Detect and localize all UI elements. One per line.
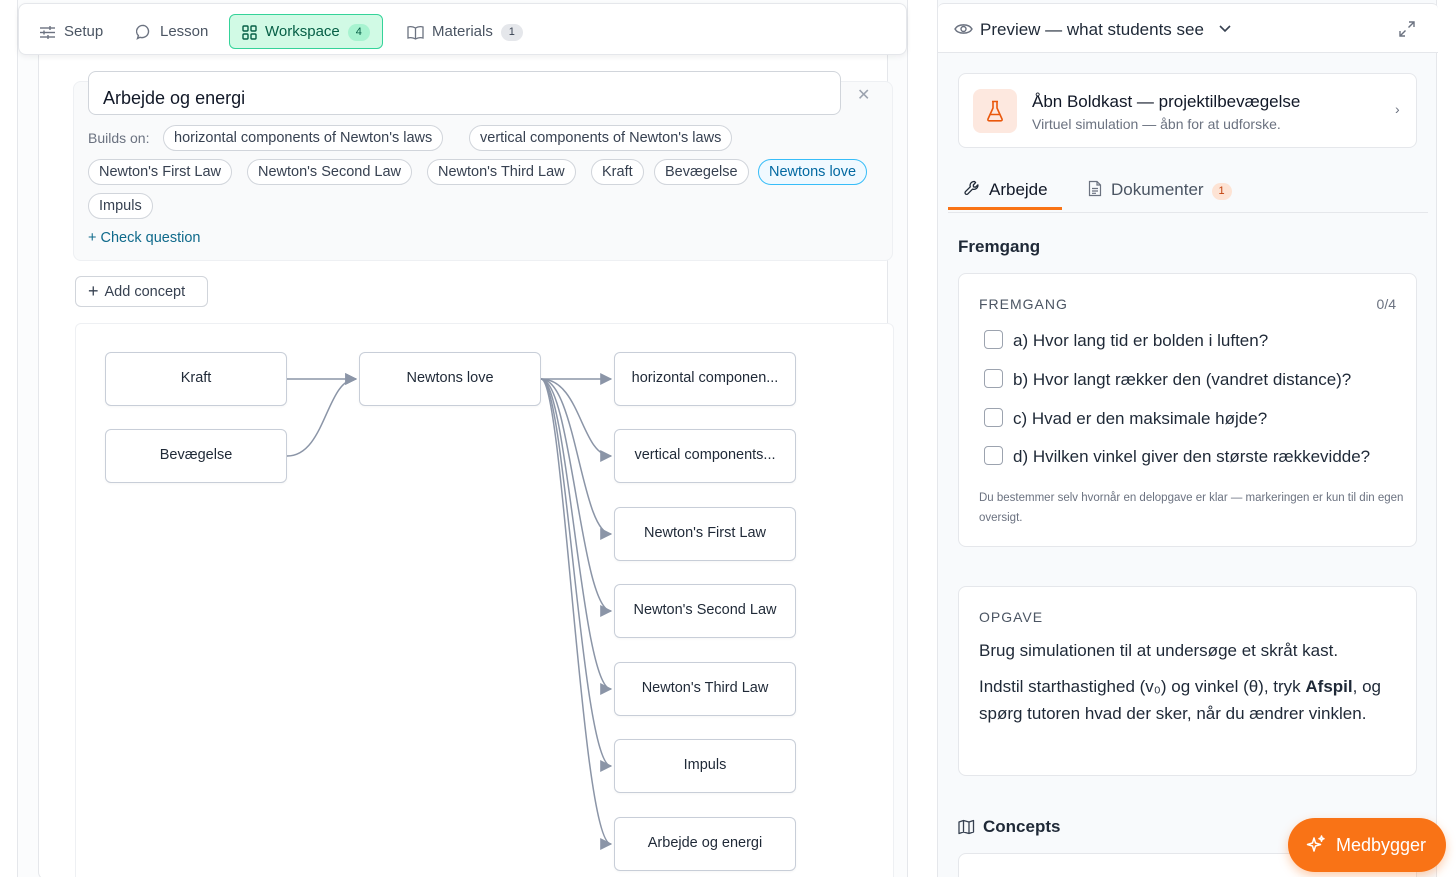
graph-edge — [286, 373, 358, 457]
graph-node[interactable]: Newton's Second Law — [614, 584, 796, 638]
workspace-panel: Arbejde og energi ✕ Builds on: horizonta… — [17, 0, 908, 877]
prerequisite-chip[interactable]: Kraft — [591, 159, 644, 185]
graph-node[interactable]: Impuls — [614, 739, 796, 793]
map-icon — [958, 819, 975, 835]
task-card: OPGAVE Brug simulationen til at undersøg… — [958, 586, 1417, 776]
tab-workspace-label: Workspace — [265, 23, 340, 40]
progress-item[interactable]: d) Hvilken vinkel giver den største rækk… — [984, 446, 1370, 468]
tab-dokumenter[interactable]: Dokumenter 1 — [1088, 176, 1232, 210]
prerequisite-chip[interactable]: Newton's Second Law — [247, 159, 413, 185]
checkbox[interactable] — [984, 446, 1003, 465]
simulation-card[interactable]: Åbn Boldkast — projektilbevægelse Virtue… — [958, 73, 1417, 148]
student-preview-panel: Preview — what students see Åbn Boldkast… — [937, 0, 1438, 877]
prerequisite-chip[interactable]: horizontal components of Newton's laws — [163, 125, 444, 151]
progress-note: Du bestemmer selv hvornår en delopgave e… — [979, 492, 1404, 524]
preview-mode-dropdown[interactable]: Preview — what students see — [980, 20, 1231, 40]
medbygger-label: Medbygger — [1336, 835, 1427, 855]
tab-setup-label: Setup — [64, 23, 104, 40]
tab-lesson[interactable]: Lesson — [136, 14, 208, 49]
tab-divider — [948, 212, 1428, 213]
progress-item-label: b) Hvor langt rækker den (vandret distan… — [1013, 370, 1352, 389]
book-icon — [407, 25, 424, 40]
concept-title-input[interactable]: Arbejde og energi — [88, 71, 841, 115]
graph-node[interactable]: horizontal componen... — [614, 352, 796, 406]
progress-count: 0/4 — [1376, 296, 1396, 312]
task-text: Indstil starthastighed (v₀) og vinkel (θ… — [979, 677, 1306, 696]
concept-workspace-card: Arbejde og energi ✕ Builds on: horizonta… — [38, 40, 894, 877]
prerequisite-chip-active[interactable]: Newtons love — [758, 159, 868, 185]
tab-arbejde-label: Arbejde — [989, 180, 1048, 199]
prerequisite-chip[interactable]: Newton's First Law — [88, 159, 233, 185]
prerequisite-chip[interactable]: Bevægelse — [654, 159, 749, 185]
progress-item-label: a) Hvor lang tid er bolden i luften? — [1013, 331, 1269, 350]
document-icon — [1088, 180, 1102, 197]
chevron-right-icon: › — [1395, 101, 1400, 117]
close-icon[interactable]: ✕ — [857, 85, 870, 105]
task-label: OPGAVE — [979, 609, 1044, 625]
progress-item-label: d) Hvilken vinkel giver den største rækk… — [1013, 447, 1371, 466]
concept-graph[interactable]: Kraft Bevægelse Newtons love horizontal … — [75, 323, 894, 877]
checkbox[interactable] — [984, 330, 1003, 349]
graph-node[interactable]: Newton's Third Law — [614, 662, 796, 716]
simulation-icon-tile — [973, 89, 1017, 133]
builds-on-label: Builds on: — [88, 130, 150, 146]
graph-node[interactable]: Arbejde og energi — [614, 817, 796, 871]
tab-count-badge: 1 — [500, 24, 523, 41]
grid-icon — [242, 24, 257, 40]
preview-title: Preview — what students see — [980, 20, 1204, 39]
check-question-link[interactable]: + Check question — [88, 230, 200, 246]
progress-label: FREMGANG — [979, 296, 1068, 312]
tab-lesson-label: Lesson — [160, 23, 209, 40]
add-concept-button[interactable]: + Add concept — [75, 276, 208, 307]
wrench-icon — [964, 180, 979, 195]
tab-count-badge: 4 — [347, 24, 370, 41]
concepts-section-heading: Concepts — [958, 817, 1060, 837]
add-concept-label: Add concept — [104, 284, 186, 300]
expand-icon[interactable] — [1398, 20, 1416, 38]
task-emphasis: Afspil — [1305, 677, 1353, 696]
progress-item[interactable]: a) Hvor lang tid er bolden i luften? — [984, 330, 1268, 352]
prerequisite-chip[interactable]: Impuls — [88, 193, 153, 219]
tab-materials[interactable]: Materials 1 — [407, 14, 523, 49]
simulation-title: Åbn Boldkast — projektilbevægelse — [1032, 92, 1301, 111]
graph-node[interactable]: Bevægelse — [105, 429, 287, 483]
chat-bubble-icon — [136, 24, 150, 40]
task-instructions: Indstil starthastighed (v₀) og vinkel (θ… — [979, 673, 1399, 727]
checkbox[interactable] — [984, 369, 1003, 388]
plus-icon: + — [88, 281, 99, 301]
sliders-icon — [40, 25, 55, 39]
chevron-down-icon — [1219, 25, 1231, 33]
flask-icon — [987, 100, 1003, 122]
graph-edge — [540, 378, 613, 772]
graph-node-hub[interactable]: Newtons love — [359, 352, 541, 406]
progress-item-label: c) Hvad er den maksimale højde? — [1013, 409, 1268, 428]
prerequisite-chip[interactable]: Newton's Third Law — [427, 159, 576, 185]
simulation-subtitle: Virtuel simulation — åbn for at udforske… — [1032, 116, 1281, 132]
sparkles-icon — [1306, 835, 1325, 852]
graph-node[interactable]: vertical components... — [614, 429, 796, 483]
graph-node[interactable]: Newton's First Law — [614, 507, 796, 561]
tab-dokumenter-label: Dokumenter — [1111, 180, 1204, 199]
graph-node[interactable]: Kraft — [105, 352, 287, 406]
preview-header: Preview — what students see — [938, 3, 1438, 53]
concepts-heading-label: Concepts — [983, 817, 1061, 836]
medbygger-button[interactable]: Medbygger — [1288, 818, 1446, 872]
tab-setup[interactable]: Setup — [39, 14, 103, 49]
tab-arbejde[interactable]: Arbejde — [948, 176, 1062, 210]
tab-materials-label: Materials — [432, 23, 493, 40]
tab-count-badge: 1 — [1211, 183, 1232, 200]
checkbox[interactable] — [984, 408, 1003, 427]
tab-workspace[interactable]: Workspace 4 — [229, 14, 383, 49]
progress-item[interactable]: c) Hvad er den maksimale højde? — [984, 408, 1267, 430]
eye-icon — [954, 24, 973, 34]
progress-card: FREMGANG 0/4 a) Hvor lang tid er bolden … — [958, 273, 1417, 547]
prerequisite-chip[interactable]: vertical components of Newton's laws — [469, 125, 733, 151]
task-text: Brug simulationen til at undersøge et sk… — [979, 641, 1339, 660]
editor-tab-bar: Setup Lesson Workspace 4 Materials 1 — [18, 3, 907, 55]
progress-item[interactable]: b) Hvor langt rækker den (vandret distan… — [984, 369, 1351, 391]
progress-section-heading: Fremgang — [958, 237, 1041, 256]
